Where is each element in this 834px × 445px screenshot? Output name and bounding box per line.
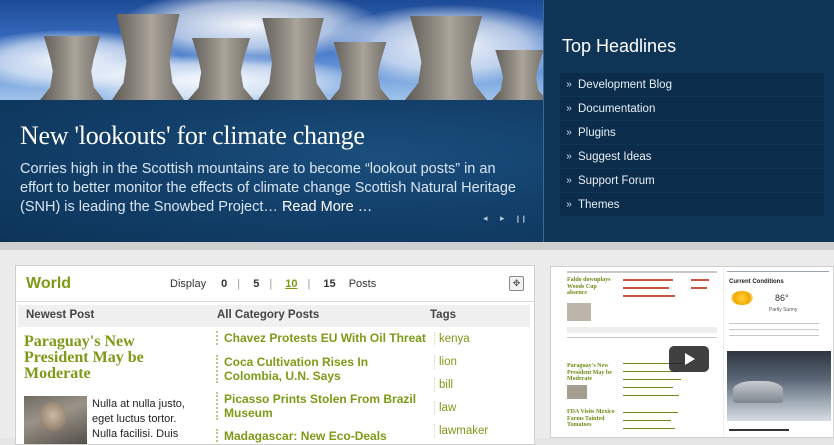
tag-link[interactable]: lawmaker [434,424,514,438]
mini-headline-b: Paraguay's New President May be Moderate [567,363,612,382]
newest-post-title[interactable]: Paraguay's New President May be Moderate [24,334,194,382]
video-thumbnail[interactable]: Faldo downplays Woods Cup absence Paragu… [550,266,834,438]
portrait-face [40,402,66,432]
all-category-posts-header: All Category Posts [217,309,320,321]
world-category-panel: World Display 0 | 5 | 10 | 15 Posts ✥ Newes… [15,265,535,445]
display-count-selector: Display 0 | 5 | 10 | 15 Posts [170,278,376,290]
category-post-link[interactable]: Coca Cultivation Rises In Colombia, U.N.… [216,355,426,383]
bullet-icon: » [566,199,572,210]
headline-label: Themes [578,198,620,211]
posts-label: Posts [348,278,377,290]
mini-sidebar-preview: Current Conditions 86° Partly Sunny [727,267,833,437]
headline-label: Documentation [578,102,656,115]
bullet-icon: » [566,127,572,138]
newest-post-header: Newest Post [26,309,95,321]
headline-label: Support Forum [578,174,655,187]
mini-weather-temp: 86° [775,293,789,303]
top-headlines-title: Top Headlines [562,36,677,56]
bullet-icon: » [566,79,572,90]
category-posts-list: Chavez Protests EU With Oil Threat Coca … [216,331,426,444]
section-divider [0,242,834,250]
top-headlines-list: » Development Blog » Documentation » Plugin… [560,73,824,217]
tag-link[interactable]: law [434,401,514,415]
separator: | [307,278,311,290]
world-title[interactable]: World [26,275,71,293]
display-option-10[interactable]: 10 [285,278,297,290]
bullet-icon: » [566,103,572,114]
column-headers: Newest Post All Category Posts Tags [18,305,530,327]
tag-link[interactable]: kenya [434,332,514,346]
headline-label: Suggest Ideas [578,150,652,163]
featured-title[interactable]: New 'lookouts' for climate change [20,121,365,151]
headline-item-support-forum[interactable]: » Support Forum [560,169,824,192]
move-handle-icon[interactable]: ✥ [509,276,524,291]
headline-item-suggest-ideas[interactable]: » Suggest Ideas [560,145,824,168]
featured-slider: New 'lookouts' for climate change Corrie… [0,0,834,242]
top-headlines-panel: Top Headlines » Development Blog » Documen… [543,0,834,242]
display-option-15[interactable]: 15 [323,278,335,290]
world-panel-header: World Display 0 | 5 | 10 | 15 Posts ✥ [16,266,534,302]
headline-item-plugins[interactable]: » Plugins [560,121,824,144]
headline-label: Development Blog [578,78,672,91]
featured-photo[interactable] [0,0,543,100]
play-button-icon[interactable] [669,346,709,372]
category-post-link[interactable]: Madagascar: New Eco-Deals Protect [216,429,426,444]
mini-headline-c: FDA Visits Mexico Farms Tainted Tomatoes [567,409,615,428]
prev-slide-icon[interactable]: ◂ [483,213,488,224]
display-option-5[interactable]: 5 [253,278,259,290]
tags-header: Tags [430,309,456,321]
mini-weather-label: Current Conditions [729,279,784,285]
featured-summary-text: Corries high in the Scottish mountains a… [20,161,516,215]
tag-link[interactable]: bill [434,378,514,392]
newest-post-excerpt: Nulla at nulla justo, eget luctus tortor… [92,398,185,440]
bullet-icon: » [566,151,572,162]
headline-item-themes[interactable]: » Themes [560,193,824,216]
headline-label: Plugins [578,126,616,139]
headline-item-development-blog[interactable]: » Development Blog [560,73,824,96]
read-more-link[interactable]: Read More … [282,199,372,215]
separator: | [269,278,273,290]
featured-summary: Corries high in the Scottish mountains a… [20,160,520,217]
mini-headline-a: Faldo downplays Woods Cup absence [567,277,611,296]
pause-slide-icon[interactable]: ❙❙ [515,215,527,223]
separator: | [237,278,241,290]
tag-link[interactable]: lion [434,355,514,369]
category-post-link[interactable]: Chavez Protests EU With Oil Threat [216,331,426,345]
next-slide-icon[interactable]: ▸ [500,213,505,224]
category-post-link[interactable]: Picasso Prints Stolen From Brazil Museum [216,392,426,420]
mini-weather-desc: Partly Sunny [769,307,798,313]
display-option-0[interactable]: 0 [221,278,227,290]
headline-item-documentation[interactable]: » Documentation [560,97,824,120]
tags-list: kenya lion bill law lawmaker [434,332,514,444]
display-label: Display [170,278,207,290]
bullet-icon: » [566,175,572,186]
